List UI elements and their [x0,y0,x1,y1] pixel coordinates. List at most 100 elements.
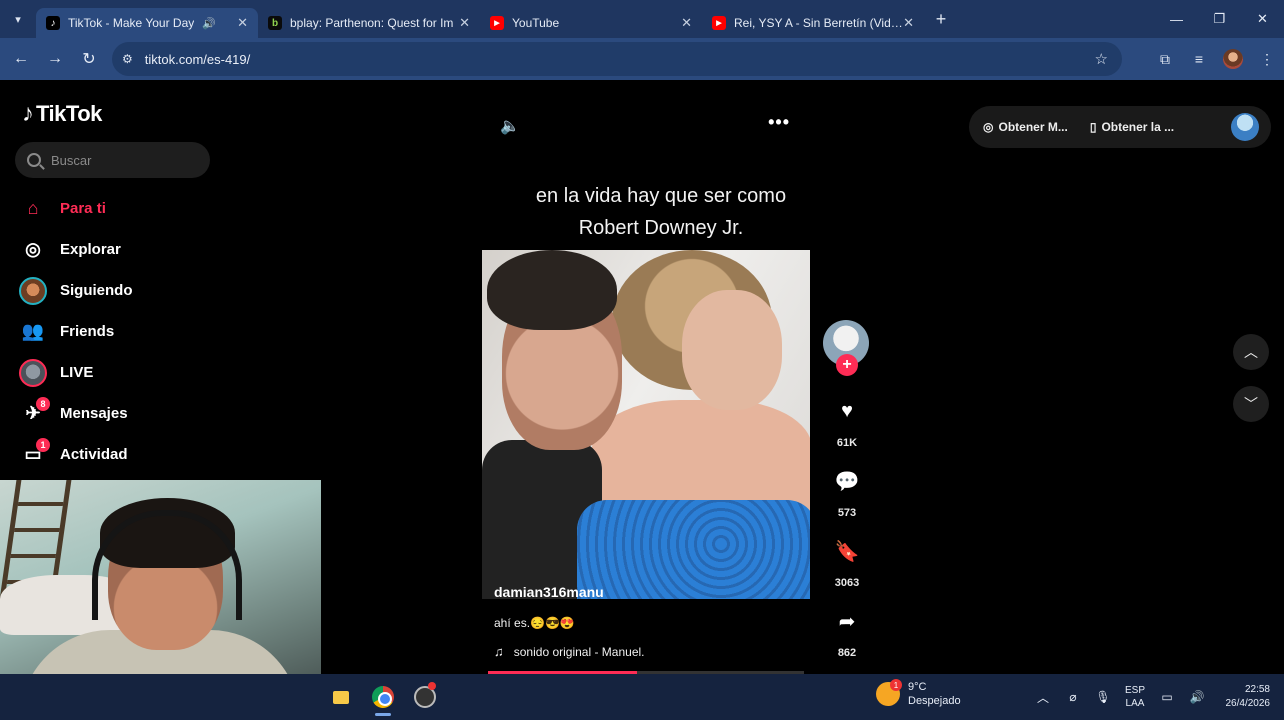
sidebar-item-mensajes[interactable]: ✈ 8 Mensajes [18,393,133,434]
more-options-icon[interactable]: ••• [768,112,790,133]
caption-line: Robert Downey Jr. [578,217,744,239]
bookmark-icon: 🔖 [834,540,860,563]
activity-icon: ▭ 1 [18,437,50,470]
sidebar-item-label: LIVE [60,364,94,381]
share-button[interactable]: ➦ 862 [823,598,871,660]
forward-button[interactable]: → [38,42,72,76]
file-explorer-icon[interactable] [320,674,362,720]
like-count: 61K [836,437,858,449]
obs-icon[interactable] [404,674,446,720]
close-tab-icon[interactable]: ✕ [903,15,914,31]
heart-icon: ♥ [841,399,853,422]
user-avatar[interactable] [1231,113,1259,141]
tiktok-logo[interactable]: ♪ TikTok [22,100,102,128]
top-right-actions: ◎ Obtener M... ▯ Obtener la ... [969,106,1271,148]
clock-time: 22:58 [1244,684,1270,695]
restore-button[interactable]: ❐ [1198,0,1241,38]
minimize-button[interactable]: — [1155,0,1198,38]
tab-rei-video[interactable]: ▶ Rei, YSY A - Sin Berretín (Video ✕ [702,8,924,38]
next-video-button[interactable]: ﹀ [1233,386,1269,422]
close-tab-icon[interactable]: ✕ [237,15,248,31]
show-hidden-icons-chevron-icon[interactable]: ︿ [1028,689,1058,706]
search-placeholder: Buscar [51,152,92,168]
creator-avatar[interactable]: + [823,320,869,376]
profile-avatar[interactable] [1216,42,1250,76]
follow-plus-icon[interactable]: + [836,354,858,376]
video-sound[interactable]: ♫ sonido original - Manuel. [494,644,645,659]
weather-temp: 9°C [908,681,927,693]
clock[interactable]: 22:58 26/4/2026 [1226,683,1271,711]
tiktok-note-icon: ♪ [22,100,34,127]
menu-kebab-icon[interactable]: ⋮ [1250,42,1284,76]
like-button[interactable]: ♥ 61K [823,388,871,450]
reload-button[interactable]: ↻ [72,42,106,76]
new-tab-button[interactable]: + [924,0,958,38]
bookmark-star-icon[interactable]: ☆ [1095,50,1108,68]
back-button[interactable]: ← [4,42,38,76]
live-avatar [18,358,48,388]
lang-line: LAA [1125,698,1145,709]
tab-title: bplay: Parthenon: Quest for Im [290,16,454,30]
sidebar-nav: ⌂ Para ti ◎ Explorar Siguiendo 👥 Friends… [18,188,133,475]
volume-icon[interactable]: 🔈 [500,116,520,136]
chrome-icon[interactable] [362,674,404,720]
address-bar[interactable]: ⚙ tiktok.com/es-419/ ☆ [112,42,1122,76]
weather-desc: Despejado [908,695,961,707]
media-controls-icon[interactable]: ≡ [1182,42,1216,76]
coin-icon: ◎ [983,120,994,134]
save-button[interactable]: 🔖 3063 [823,528,871,590]
get-app-button[interactable]: ▯ Obtener la ... [1090,120,1174,134]
display-icon[interactable]: ▭ [1152,690,1182,704]
lang-line: ESP [1124,685,1145,696]
get-coins-button[interactable]: ◎ Obtener M... [983,120,1068,134]
messages-badge: 8 [36,396,50,411]
close-window-button[interactable]: ✕ [1241,0,1284,38]
language-indicator[interactable]: ESP LAA [1118,684,1152,710]
network-off-icon[interactable]: ⌀ [1058,690,1088,704]
site-settings-icon[interactable]: ⚙ [122,52,133,66]
weather-widget[interactable]: 1 9°C Despejado [876,679,961,708]
microphone-icon[interactable]: 🎙 [1088,690,1118,704]
get-app-label: Obtener la ... [1101,120,1175,134]
sidebar-item-label: Explorar [60,241,121,258]
tab-bplay[interactable]: b bplay: Parthenon: Quest for Im ✕ [258,8,480,38]
tab-search-button[interactable]: ▾ [0,0,36,38]
speaker-icon[interactable]: 🔊 [202,17,216,30]
extensions-icon[interactable]: ⧉ [1148,42,1182,76]
clock-date: 26/4/2026 [1225,698,1271,709]
search-icon [27,153,41,167]
tab-title: YouTube [512,16,560,30]
comment-button[interactable]: 💬 573 [823,458,871,520]
tab-title: TikTok - Make Your Day [68,16,195,30]
sidebar-item-explorar[interactable]: ◎ Explorar [18,229,133,270]
caption-line: en la vida hay que ser como [535,185,787,207]
previous-video-button[interactable]: ︿ [1233,334,1269,370]
sidebar-item-friends[interactable]: 👥 Friends [18,311,133,352]
home-icon: ⌂ [27,198,39,218]
video-username[interactable]: damian316manu [494,584,604,600]
save-count: 3063 [834,577,860,589]
share-icon: ➦ [838,610,856,633]
messages-icon: ✈ 8 [18,396,50,429]
following-avatar [18,276,48,306]
music-note-icon: ♫ [494,644,504,659]
sidebar-item-actividad[interactable]: ▭ 1 Actividad [18,434,133,475]
sidebar-item-siguiendo[interactable]: Siguiendo [18,270,133,311]
sidebar-item-para-ti[interactable]: ⌂ Para ti [18,188,133,229]
volume-tray-icon[interactable]: 🔊 [1182,690,1212,704]
share-count: 862 [837,647,857,659]
video-player[interactable] [482,250,810,599]
close-tab-icon[interactable]: ✕ [681,15,692,31]
tab-youtube[interactable]: ▶ YouTube ✕ [480,8,702,38]
chevron-up-icon: ︿ [1244,344,1258,360]
tab-tiktok[interactable]: ♪ TikTok - Make Your Day 🔊 ✕ [36,8,258,38]
friends-icon: 👥 [21,321,45,341]
get-coins-label: Obtener M... [998,120,1068,134]
system-tray: ︿ ⌀ 🎙 ESP LAA ▭ 🔊 [1028,674,1212,720]
close-tab-icon[interactable]: ✕ [459,15,470,31]
sidebar-item-label: Friends [60,323,115,340]
youtube-favicon-icon: ▶ [490,16,504,30]
video-description: ahí es.😔😎😍 [494,616,575,630]
search-input[interactable]: Buscar [15,142,210,178]
sidebar-item-live[interactable]: LIVE [18,352,133,393]
